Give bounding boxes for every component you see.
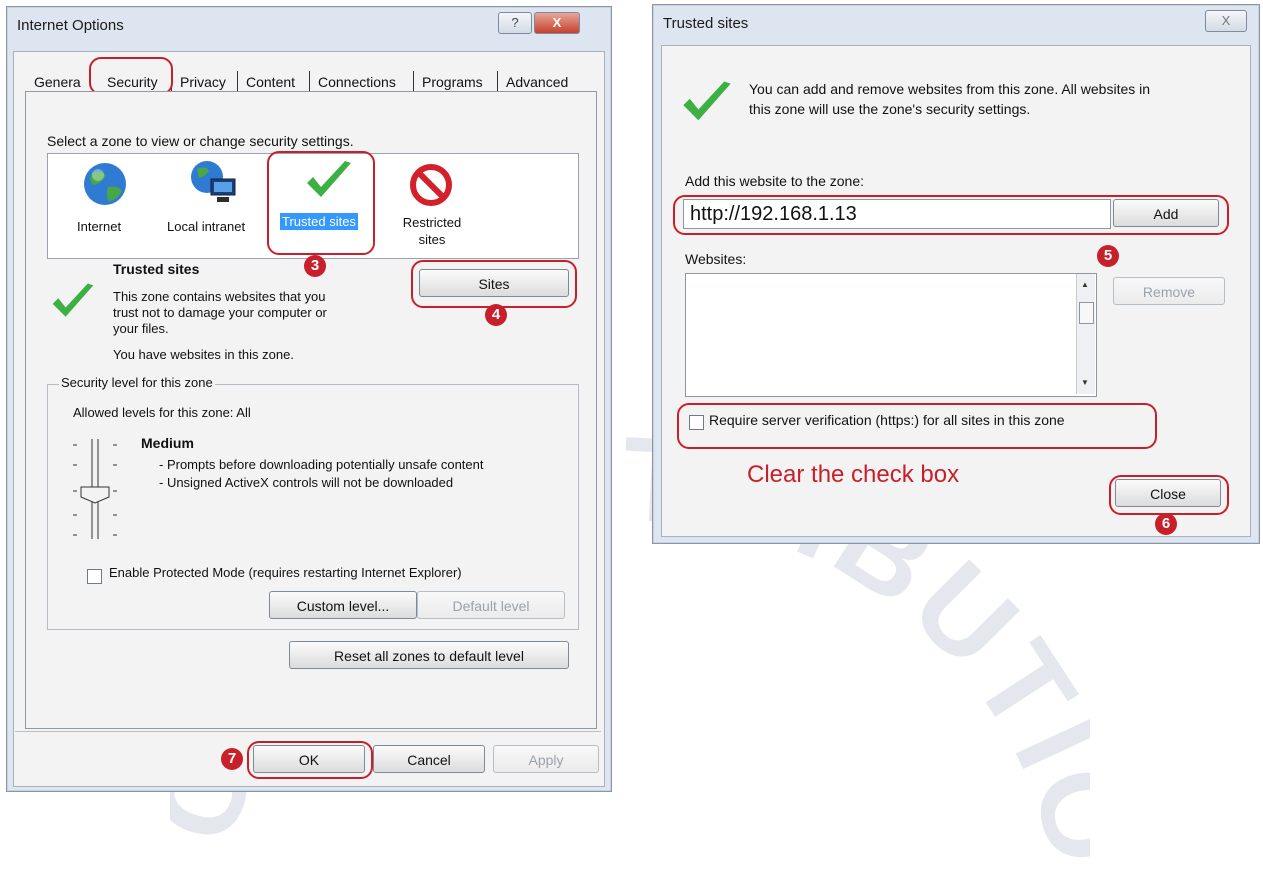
zone-label-restricted-sites[interactable]: Restricted sites <box>391 214 473 248</box>
help-button[interactable]: ? <box>498 12 532 34</box>
cancel-button[interactable]: Cancel <box>373 745 485 773</box>
zone-label-trusted-sites[interactable]: Trusted sites <box>280 213 358 230</box>
restricted-icon[interactable] <box>409 163 453 207</box>
zone-title: Trusted sites <box>113 261 200 277</box>
dialog-title: Trusted sites <box>663 15 749 32</box>
require-https-label: Require server verification (https:) for… <box>709 412 1065 428</box>
step-badge-7: 7 <box>221 748 243 770</box>
websites-scrollbar[interactable]: ▲ ▼ <box>1076 274 1095 394</box>
websites-list[interactable] <box>685 273 1097 397</box>
ok-button[interactable]: OK <box>253 745 365 773</box>
internet-options-dialog: Internet Options ? X Genera Security Pri… <box>6 6 612 792</box>
zone-label-local-intranet[interactable]: Local intranet <box>167 219 245 234</box>
check-icon[interactable] <box>303 157 355 205</box>
website-url-input[interactable] <box>683 199 1111 229</box>
scroll-up-arrow-icon[interactable]: ▲ <box>1081 280 1089 289</box>
level-name: Medium <box>141 435 194 451</box>
zone-prompt: Select a zone to view or change security… <box>47 133 354 149</box>
zone-desc-line-4: You have websites in this zone. <box>113 347 294 362</box>
zone-desc-line-1: This zone contains websites that you <box>113 289 326 304</box>
security-group-label: Security level for this zone <box>59 375 215 390</box>
scroll-down-arrow-icon[interactable]: ▼ <box>1081 378 1089 387</box>
security-slider[interactable] <box>69 435 129 545</box>
level-point-1: - Prompts before downloading potentially… <box>159 457 484 472</box>
require-https-checkbox[interactable] <box>689 415 704 430</box>
annotation-text: Clear the check box <box>747 461 960 488</box>
trusted-sites-dialog: Trusted sites X You can add and remove w… <box>652 4 1260 544</box>
custom-level-button[interactable]: Custom level... <box>269 591 417 619</box>
add-website-label: Add this website to the zone: <box>685 173 864 189</box>
protected-mode-label: Enable Protected Mode (requires restarti… <box>109 565 462 580</box>
check-icon <box>52 283 94 317</box>
remove-button: Remove <box>1113 277 1225 305</box>
local-intranet-icon[interactable] <box>187 157 239 209</box>
info-line-1: You can add and remove websites from thi… <box>749 81 1151 97</box>
close-button[interactable]: X <box>534 12 580 34</box>
reset-all-zones-button[interactable]: Reset all zones to default level <box>289 641 569 669</box>
step-badge-4: 4 <box>485 304 507 326</box>
close-button[interactable]: X <box>1205 10 1247 32</box>
sites-button[interactable]: Sites <box>419 269 569 297</box>
protected-mode-checkbox[interactable] <box>87 569 102 584</box>
globe-icon[interactable] <box>80 159 130 209</box>
check-icon <box>683 81 731 121</box>
websites-label: Websites: <box>685 251 747 267</box>
apply-button: Apply <box>493 745 599 773</box>
step-badge-5: 5 <box>1097 245 1119 267</box>
level-point-2: - Unsigned ActiveX controls will not be … <box>159 475 454 490</box>
scroll-thumb[interactable] <box>1079 302 1094 324</box>
close-dialog-button[interactable]: Close <box>1115 479 1221 507</box>
step-badge-6: 6 <box>1155 513 1177 535</box>
dialog-title: Internet Options <box>17 17 124 34</box>
footer-divider <box>15 731 601 732</box>
default-level-button: Default level <box>417 591 565 619</box>
zone-label-internet[interactable]: Internet <box>77 219 121 234</box>
zone-desc-line-3: your files. <box>113 321 169 336</box>
info-line-2: this zone will use the zone's security s… <box>749 101 1031 117</box>
zone-desc-line-2: trust not to damage your computer or <box>113 305 327 320</box>
step-badge-3: 3 <box>304 255 326 277</box>
add-button[interactable]: Add <box>1113 199 1219 227</box>
allowed-levels: Allowed levels for this zone: All <box>73 405 251 420</box>
